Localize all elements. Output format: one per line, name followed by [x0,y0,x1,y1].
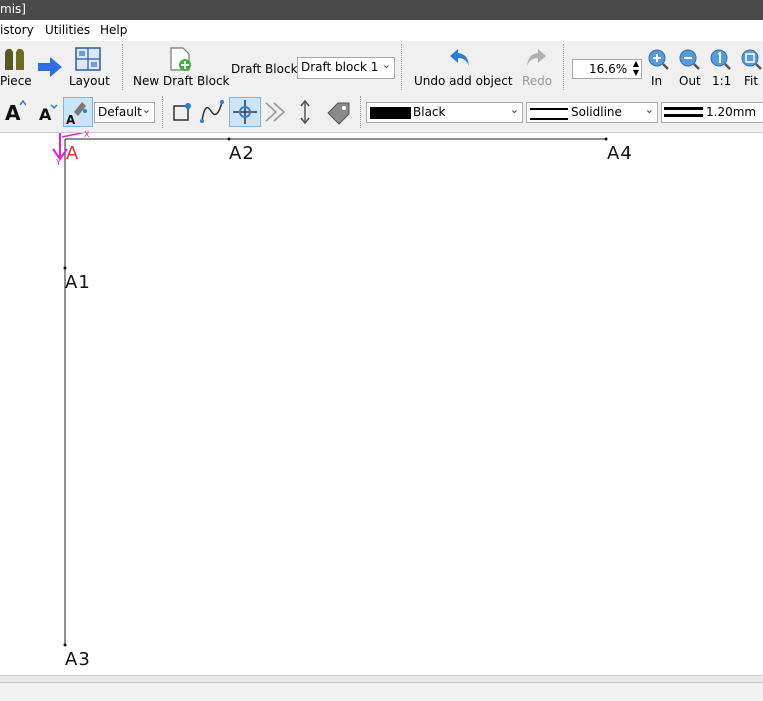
new-draft-block-icon [170,47,191,71]
axis-y-label: Y [56,158,61,167]
chevron-down-icon: ⌄ [644,103,654,116]
svg-text:A: A [39,105,52,124]
font-style-select[interactable]: Default ⌄ [94,102,155,123]
zoom-original-icon [710,49,731,70]
line-color-value: Black [413,105,446,119]
draft-block-select[interactable]: Draft block 1 ⌄ [297,57,395,79]
zoom-in-button[interactable] [647,48,669,73]
tag-tool-button[interactable] [324,99,352,128]
paint-font-icon: A [66,102,87,127]
new-draft-block-label: New Draft Block [133,74,230,88]
new-draft-block-button[interactable] [167,44,193,75]
zoom-in-label: In [651,74,663,88]
toolbar-separator [360,96,361,128]
piece-label: Piece [0,74,32,88]
layout-mode-button[interactable] [74,46,102,75]
line-weight-value: 1.20mm [706,105,757,119]
zoom-out-button[interactable] [678,48,700,73]
point-a1-marker[interactable] [63,266,67,270]
vertical-arrows-icon [300,99,310,125]
point-a3-marker[interactable] [63,643,67,647]
zoom-fit-icon [741,49,762,70]
point-a4-label[interactable]: A4 [607,143,633,164]
undo-icon [450,49,469,66]
tools-toolbar: A A A Default ⌄ Black ⌄ Solidline ⌄ 1.20… [0,94,763,133]
point-origin-label[interactable]: A [66,143,79,164]
point-a3-label[interactable]: A3 [65,649,91,670]
crosshair-icon [233,100,257,124]
zoom-value: 16.6% [589,62,628,76]
draft-block-label: Draft Block: [231,62,302,76]
zoom-original-label: 1:1 [712,74,732,88]
zoom-out-label: Out [679,74,701,88]
color-swatch [370,107,411,119]
undo-button[interactable] [448,47,472,72]
layout-icon [75,47,101,71]
menu-bar: istory Utilities Help [0,20,763,41]
snap-tool-button[interactable] [229,97,261,127]
point-a1-label[interactable]: A1 [65,272,91,293]
main-toolbar: Piece Layout New Draft Block Draft Block… [0,41,763,95]
pattern-drawing [52,133,608,647]
chevron-down-icon: ⌄ [509,103,519,116]
svg-text:A: A [5,101,21,124]
layout-label: Layout [69,74,110,88]
tag-icon [327,102,350,125]
axis-x-label: X [84,130,90,139]
menu-utilities[interactable]: Utilities [45,23,90,37]
decrease-font-button[interactable]: A [38,102,58,127]
spin-arrows-icon[interactable]: ▲ ▼ [633,59,639,77]
zoom-original-button[interactable] [709,48,731,73]
redo-icon [527,49,546,66]
zoom-in-icon [648,49,669,70]
curve-tool-icon [200,100,224,123]
draft-block-value: Draft block 1 [301,60,379,74]
drawing-canvas[interactable]: X Y A A2 A4 A1 A3 [0,130,763,675]
arrow-right-icon [37,56,63,81]
zoom-fit-label: Fit [744,74,759,88]
line-weight-swatch [664,107,703,117]
font-style-button[interactable]: A [63,97,93,127]
point-a2-marker[interactable] [227,137,231,141]
window-title: mis] [0,2,26,16]
svg-text:A: A [66,113,76,126]
piece-mode-button[interactable] [2,46,28,75]
redo-label: Redo [522,74,553,88]
line-weight-select[interactable]: 1.20mm [661,102,763,123]
menu-help[interactable]: Help [100,23,127,37]
menu-history[interactable]: istory [0,23,34,37]
point-a4-marker[interactable] [604,137,608,141]
toolbar-separator [162,96,163,128]
redo-button[interactable] [524,47,548,72]
chevron-down-icon: ⌄ [141,103,151,116]
point-tool-icon [173,103,191,121]
undo-label: Undo add object [414,74,513,88]
line-type-swatch [530,108,568,120]
line-type-select[interactable]: Solidline ⌄ [526,102,658,123]
measure-tool-button[interactable] [298,99,312,128]
curve-tool-button[interactable] [199,99,225,128]
line-type-value: Solidline [571,105,622,119]
line-color-select[interactable]: Black ⌄ [366,102,523,123]
increase-font-button[interactable]: A [4,99,27,127]
zoom-out-icon [679,49,700,70]
zoom-spinbox[interactable]: 16.6% ▲ ▼ [572,59,642,79]
font-decrease-icon: A [39,104,58,124]
status-bar [0,682,763,701]
toolbar-separator [401,44,402,90]
horizontal-scrollbar[interactable] [0,675,763,682]
seam-tool-button[interactable] [264,101,290,126]
toolbar-separator [122,44,123,90]
point-a2-label[interactable]: A2 [229,143,255,164]
zoom-fit-button[interactable] [740,48,762,73]
title-bar: mis] [0,0,763,20]
font-increase-icon: A [5,99,27,125]
font-style-value: Default [98,105,142,119]
chevrons-right-icon [265,102,286,122]
point-tool-button[interactable] [170,100,194,127]
piece-icon [5,48,24,70]
chevron-down-icon: ⌄ [381,58,391,71]
toolbar-separator [563,44,564,90]
